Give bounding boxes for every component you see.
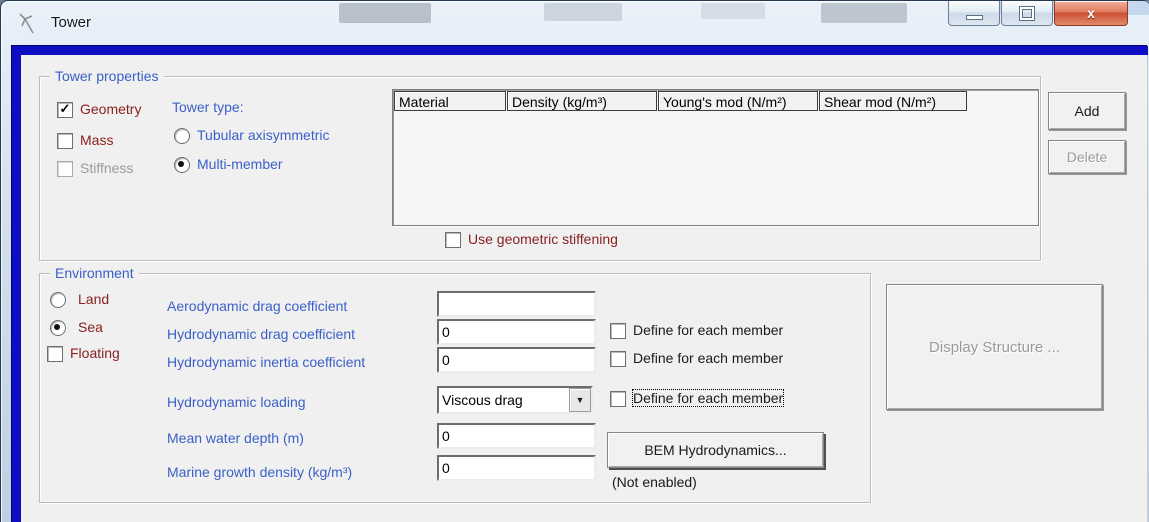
stiffness-label: Stiffness <box>80 160 133 176</box>
environment-group-label: Environment <box>50 265 139 281</box>
use-geometric-stiffening-label[interactable]: Use geometric stiffening <box>468 231 618 247</box>
glass-reflection <box>821 3 907 23</box>
define-per-member-drag-label[interactable]: Define for each member <box>633 322 783 338</box>
hydrodynamic-inertia-input[interactable] <box>437 347 596 373</box>
column-header-shear-mod[interactable]: Shear mod (N/m²) <box>819 91 967 111</box>
stiffness-checkbox <box>57 161 73 177</box>
marine-growth-density-input[interactable] <box>437 455 596 481</box>
mean-water-depth-label: Mean water depth (m) <box>167 430 304 446</box>
materials-table-header: Material Density (kg/m³) Young's mod (N/… <box>393 90 1038 111</box>
window-title: Tower <box>51 14 91 31</box>
hydrodynamic-loading-select[interactable]: Viscous drag ▼ <box>437 386 593 414</box>
close-icon: x <box>1087 5 1095 21</box>
dialog-client-area: Tower properties Geometry Mass Stiffness… <box>12 46 1148 522</box>
tubular-axisymmetric-label[interactable]: Tubular axisymmetric <box>197 127 330 143</box>
multi-member-label[interactable]: Multi-member <box>197 156 283 172</box>
delete-button: Delete <box>1048 140 1126 174</box>
aerodynamic-drag-input[interactable] <box>437 291 596 317</box>
tower-properties-group: Tower properties Geometry Mass Stiffness… <box>39 76 1041 261</box>
materials-table[interactable]: Material Density (kg/m³) Young's mod (N/… <box>392 89 1039 226</box>
glass-reflection <box>339 3 431 23</box>
wind-turbine-icon <box>18 11 42 37</box>
floating-label[interactable]: Floating <box>70 345 120 361</box>
multi-member-radio[interactable] <box>174 157 190 173</box>
restore-icon <box>1020 7 1034 20</box>
restore-button[interactable] <box>1001 1 1053 26</box>
define-per-member-loading-label[interactable]: Define for each member <box>633 390 783 406</box>
hydrodynamic-inertia-label: Hydrodynamic inertia coefficient <box>167 354 365 370</box>
define-per-member-inertia-checkbox[interactable] <box>610 351 626 367</box>
mass-checkbox[interactable] <box>57 133 73 149</box>
screen: Tower x Tower properties Geometry <box>0 0 1149 522</box>
bem-status-text: (Not enabled) <box>612 474 697 490</box>
tower-type-label: Tower type: <box>172 99 244 115</box>
add-button[interactable]: Add <box>1048 92 1126 130</box>
minimize-button[interactable] <box>948 1 1000 26</box>
bem-hydrodynamics-button[interactable]: BEM Hydrodynamics... <box>607 432 824 468</box>
sea-radio[interactable] <box>50 320 66 336</box>
column-header-youngs-mod[interactable]: Young's mod (N/m²) <box>658 91 818 111</box>
floating-checkbox[interactable] <box>47 346 63 362</box>
hydrodynamic-drag-input[interactable] <box>437 319 596 345</box>
define-per-member-inertia-label[interactable]: Define for each member <box>633 350 783 366</box>
title-bar[interactable]: Tower x <box>1 1 1149 46</box>
geometry-checkbox[interactable] <box>57 102 73 118</box>
hydrodynamic-drag-label: Hydrodynamic drag coefficient <box>167 326 355 342</box>
hydrodynamic-loading-label: Hydrodynamic loading <box>167 394 306 410</box>
column-header-material[interactable]: Material <box>394 91 506 111</box>
mean-water-depth-input[interactable] <box>437 423 596 449</box>
hydrodynamic-loading-value: Viscous drag <box>439 392 569 408</box>
chevron-down-icon[interactable]: ▼ <box>569 388 591 412</box>
tower-properties-group-label: Tower properties <box>50 68 164 84</box>
caption-buttons: x <box>947 1 1128 26</box>
define-per-member-loading-checkbox[interactable] <box>610 391 626 407</box>
tower-dialog: Tower x Tower properties Geometry <box>0 0 1149 522</box>
geometry-label[interactable]: Geometry <box>80 101 141 117</box>
glass-reflection <box>544 3 622 21</box>
aerodynamic-drag-label: Aerodynamic drag coefficient <box>167 298 347 314</box>
sea-label[interactable]: Sea <box>78 319 103 335</box>
marine-growth-density-label: Marine growth density (kg/m³) <box>167 464 352 480</box>
glass-reflection <box>701 3 765 19</box>
tubular-axisymmetric-radio[interactable] <box>174 128 190 144</box>
environment-group: Environment Land Sea Floating Aerodynami… <box>39 273 871 503</box>
close-button[interactable]: x <box>1054 1 1128 26</box>
display-structure-button: Display Structure ... <box>886 284 1103 410</box>
use-geometric-stiffening-checkbox[interactable] <box>445 232 461 248</box>
define-per-member-drag-checkbox[interactable] <box>610 323 626 339</box>
mass-label[interactable]: Mass <box>80 132 113 148</box>
land-label[interactable]: Land <box>78 291 109 307</box>
column-header-density[interactable]: Density (kg/m³) <box>507 91 657 111</box>
land-radio[interactable] <box>50 292 66 308</box>
minimize-icon <box>966 15 983 20</box>
